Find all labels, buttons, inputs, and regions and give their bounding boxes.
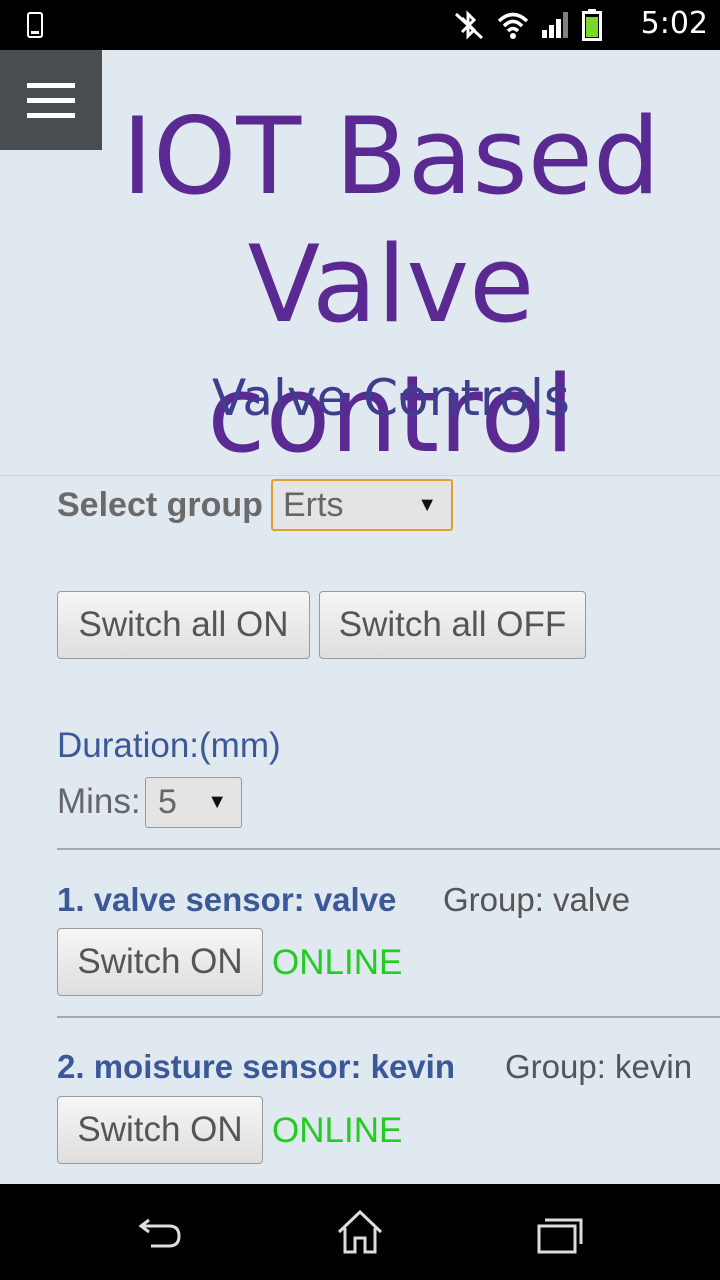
mins-select-value: 5 — [158, 783, 177, 821]
sensor-name: 2. moisture sensor: kevin — [57, 1048, 455, 1085]
page-subtitle: Valve Controls — [212, 369, 570, 427]
wifi-icon — [497, 12, 529, 39]
switch-on-button[interactable]: Switch ON — [57, 928, 263, 996]
battery-icon — [582, 9, 602, 41]
group-select[interactable]: Erts ▼ — [271, 479, 453, 531]
status-icons — [452, 9, 602, 41]
status-badge: ONLINE — [272, 943, 403, 982]
mins-select[interactable]: 5 ▼ — [145, 777, 242, 828]
mins-label: Mins: — [57, 782, 141, 821]
page-title-line-2: Valve control — [207, 223, 575, 476]
signal-icon — [542, 12, 568, 38]
status-badge: ONLINE — [272, 1111, 403, 1150]
status-time: 5:02 — [640, 6, 708, 41]
home-icon[interactable] — [335, 1208, 385, 1258]
menu-icon — [27, 82, 75, 88]
page-title-line-1: IOT Based — [121, 95, 661, 218]
status-bar: 5:02 — [0, 0, 720, 50]
navigation-bar — [0, 1184, 720, 1280]
switch-all-off-button[interactable]: Switch all OFF — [319, 591, 586, 659]
bluetooth-off-icon — [454, 10, 484, 40]
recents-icon[interactable] — [535, 1208, 585, 1258]
sensor-divider — [57, 848, 720, 850]
chevron-down-icon: ▼ — [207, 791, 227, 813]
sensor-group: Group: valve — [443, 881, 631, 918]
sensor-name: 1. valve sensor: valve — [57, 881, 397, 918]
chevron-down-icon: ▼ — [417, 494, 437, 516]
select-group-label: Select group — [57, 486, 263, 524]
switch-all-on-button[interactable]: Switch all ON — [57, 591, 310, 659]
phone-icon — [27, 12, 43, 38]
duration-label: Duration:(mm) — [57, 726, 281, 765]
group-select-value: Erts — [283, 486, 344, 524]
sensor-divider — [57, 1016, 720, 1018]
sensor-group: Group: kevin — [505, 1048, 693, 1085]
header-divider — [0, 475, 720, 476]
switch-on-button[interactable]: Switch ON — [57, 1096, 263, 1164]
back-icon[interactable] — [135, 1208, 185, 1258]
